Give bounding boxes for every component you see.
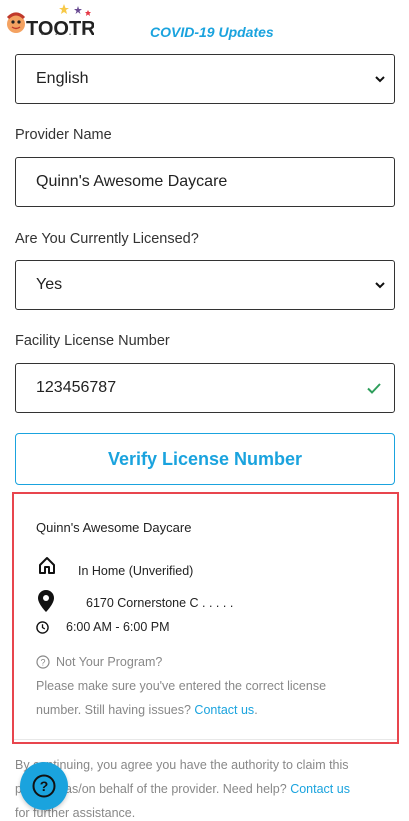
provider-name-value: Quinn's Awesome Daycare xyxy=(36,173,228,190)
help-button[interactable]: ? xyxy=(20,762,68,810)
chevron-down-icon xyxy=(375,282,385,289)
license-number-label: Facility License Number xyxy=(15,333,170,349)
verify-license-button[interactable]: Verify License Number xyxy=(15,433,395,485)
home-icon xyxy=(39,557,55,574)
help-text-line2: number. Still having issues? Contact us. xyxy=(36,703,258,717)
svg-text:?: ? xyxy=(40,658,45,668)
help-text-line2-end: . xyxy=(254,703,258,717)
location-pin-icon xyxy=(38,590,54,612)
help-text-line1: Please make sure you've entered the corr… xyxy=(36,679,327,693)
language-select[interactable]: English xyxy=(15,54,395,104)
license-number-value: 123456787 xyxy=(36,379,117,396)
help-question-icon: ? xyxy=(32,774,56,798)
disclaimer-line1: By continuing, you agree you have the au… xyxy=(15,758,349,772)
top-header: TOOTRIS · · · · COVID-19 Updates xyxy=(0,0,409,50)
provider-name-input[interactable]: Quinn's Awesome Daycare xyxy=(15,157,395,207)
result-address: 6170 Cornerstone C . . . . . xyxy=(86,596,234,610)
question-circle-icon: ? xyxy=(36,655,50,669)
svg-text:?: ? xyxy=(40,778,49,794)
result-provider-name: Quinn's Awesome Daycare xyxy=(36,520,192,535)
header-hidden-text: · · · · xyxy=(40,26,90,41)
licensed-select-value: Yes xyxy=(36,276,63,293)
disclaimer-contact-us-link[interactable]: Contact us xyxy=(290,782,350,796)
card-divider xyxy=(14,739,397,740)
not-your-program-text: Not Your Program? xyxy=(56,655,163,669)
licensed-select[interactable]: Yes xyxy=(15,260,395,310)
result-hours: 6:00 AM - 6:00 PM xyxy=(66,620,170,634)
contact-us-link[interactable]: Contact us xyxy=(194,703,254,717)
help-text-line2-start: number. Still having issues? xyxy=(36,703,195,717)
license-number-input[interactable]: 123456787 xyxy=(15,363,395,413)
chevron-down-icon xyxy=(375,76,385,83)
licensed-label: Are You Currently Licensed? xyxy=(15,231,199,247)
result-facility-type: In Home (Unverified) xyxy=(78,564,194,578)
covid-updates-link[interactable]: COVID-19 Updates xyxy=(150,24,274,40)
clock-icon xyxy=(36,621,49,634)
disclaimer-line2: program as/on behalf of the provider. Ne… xyxy=(15,777,390,801)
disclaimer-line3: for further assistance. xyxy=(15,806,136,820)
language-select-value: English xyxy=(36,70,89,87)
provider-name-label: Provider Name xyxy=(15,127,112,143)
checkmark-icon xyxy=(367,383,381,394)
